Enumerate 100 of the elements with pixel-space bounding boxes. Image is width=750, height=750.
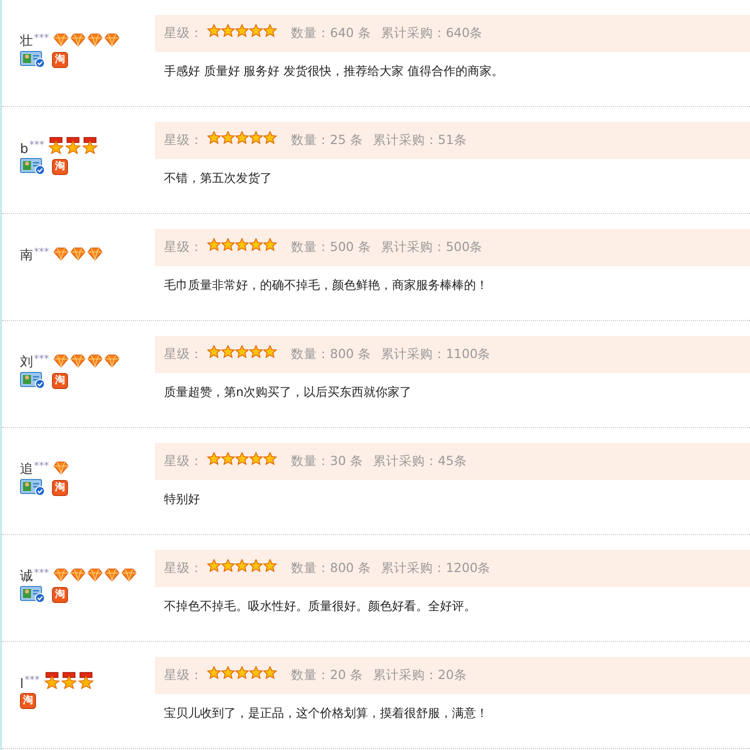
star-icon — [263, 238, 277, 251]
shop-badge: 淘 — [52, 158, 68, 174]
user-name: 追 — [20, 461, 33, 478]
star-icon — [235, 452, 249, 465]
star-icon — [263, 345, 277, 358]
star-icon — [221, 559, 235, 572]
star-icon — [249, 24, 263, 37]
star-icon — [207, 345, 221, 358]
total-purchase-text: 累计采购：1100条 — [380, 346, 491, 363]
shop-badge: 淘 — [52, 52, 68, 68]
star-icon — [249, 238, 263, 251]
star-icon — [221, 131, 235, 144]
medal-star-icon — [44, 672, 60, 689]
rating-label: 星级： — [164, 453, 203, 470]
star-icon — [235, 131, 249, 144]
review-comment: 毛巾质量非常好，的确不掉毛，颜色鲜艳，商家服务棒棒的！ — [163, 277, 489, 294]
star-icon — [235, 345, 249, 358]
review-comment: 特别好 — [163, 491, 201, 508]
user-name: 壮 — [20, 33, 33, 50]
star-icon — [221, 666, 235, 679]
star-icon — [263, 559, 277, 572]
star-icon — [263, 452, 277, 465]
review-comment: 不掉色不掉毛。吸水性好。质量很好。颜色好看。全好评。 — [163, 598, 477, 615]
shop-badge: 淘 — [52, 480, 68, 496]
total-purchase-text: 累计采购：20条 — [372, 667, 467, 684]
diamond-icon — [53, 568, 69, 582]
user-name: 南 — [20, 247, 33, 264]
quantity-text: 数量：30 条 — [291, 453, 363, 470]
diamond-icon — [87, 568, 103, 582]
diamond-icon — [87, 354, 103, 368]
masked-name: *** — [34, 33, 49, 44]
star-icon — [263, 666, 277, 679]
diamond-icon — [121, 568, 137, 582]
star-icon — [207, 666, 221, 679]
quantity-text: 数量：800 条 — [291, 346, 371, 363]
star-icon — [207, 559, 221, 572]
user-name: b — [20, 142, 28, 157]
diamond-icon — [104, 354, 120, 368]
total-purchase-text: 累计采购：45条 — [372, 453, 467, 470]
medal-star-icon — [78, 672, 94, 689]
medal-star-icon — [82, 137, 98, 154]
review-comment: 不错，第五次发货了 — [163, 170, 273, 187]
total-purchase-text: 累计采购：51条 — [372, 132, 467, 149]
shop-badge: 淘 — [20, 693, 36, 709]
star-icon — [207, 24, 221, 37]
shop-badge: 淘 — [52, 372, 68, 388]
star-icon — [207, 131, 221, 144]
masked-name: *** — [34, 354, 49, 365]
rating-label: 星级： — [164, 239, 203, 256]
star-icon — [249, 452, 263, 465]
quantity-text: 数量：800 条 — [291, 560, 371, 577]
masked-name: *** — [34, 461, 49, 472]
star-icon — [249, 345, 263, 358]
masked-name: *** — [24, 675, 40, 686]
star-icon — [207, 238, 221, 251]
diamond-icon — [53, 33, 69, 47]
quantity-text: 数量：640 条 — [291, 25, 371, 42]
star-icon — [235, 559, 249, 572]
diamond-icon — [70, 33, 86, 47]
total-purchase-text: 累计采购：1200条 — [380, 560, 491, 577]
medal-star-icon — [65, 137, 82, 154]
star-icon — [221, 238, 235, 251]
shop-badge: 淘 — [52, 586, 68, 602]
star-icon — [235, 24, 249, 37]
review-comment: 手感好 质量好 服务好 发货很快，推荐给大家 值得合作的商家。 — [163, 63, 504, 80]
medal-star-icon — [48, 137, 64, 154]
diamond-icon — [87, 33, 103, 47]
rating-label: 星级： — [164, 560, 203, 577]
masked-name: *** — [29, 140, 44, 151]
star-icon — [249, 666, 263, 679]
diamond-icon — [70, 568, 86, 582]
quantity-text: 数量：20 条 — [291, 667, 363, 684]
diamond-icon — [104, 568, 120, 582]
masked-name: *** — [34, 247, 49, 258]
diamond-icon — [53, 247, 69, 261]
star-icon — [235, 238, 249, 251]
diamond-icon — [70, 247, 86, 261]
rating-label: 星级： — [164, 25, 203, 42]
rating-label: 星级： — [164, 667, 203, 684]
user-name: l — [20, 677, 24, 692]
star-icon — [249, 559, 263, 572]
masked-name: *** — [34, 568, 49, 579]
user-name: 诚 — [20, 568, 33, 585]
star-icon — [221, 452, 235, 465]
star-icon — [235, 666, 249, 679]
user-name: 刘 — [20, 354, 33, 371]
medal-star-icon — [60, 672, 77, 689]
star-icon — [249, 131, 263, 144]
star-icon — [221, 24, 235, 37]
rating-label: 星级： — [164, 346, 203, 363]
rating-label: 星级： — [164, 132, 203, 149]
diamond-icon — [53, 461, 69, 475]
diamond-icon — [87, 247, 103, 261]
quantity-text: 数量：500 条 — [291, 239, 371, 256]
star-icon — [221, 345, 235, 358]
star-icon — [263, 24, 277, 37]
quantity-text: 数量：25 条 — [291, 132, 363, 149]
diamond-icon — [53, 354, 69, 368]
review-comment: 质量超赞，第n次购买了，以后买东西就你家了 — [163, 384, 413, 401]
star-icon — [207, 452, 221, 465]
